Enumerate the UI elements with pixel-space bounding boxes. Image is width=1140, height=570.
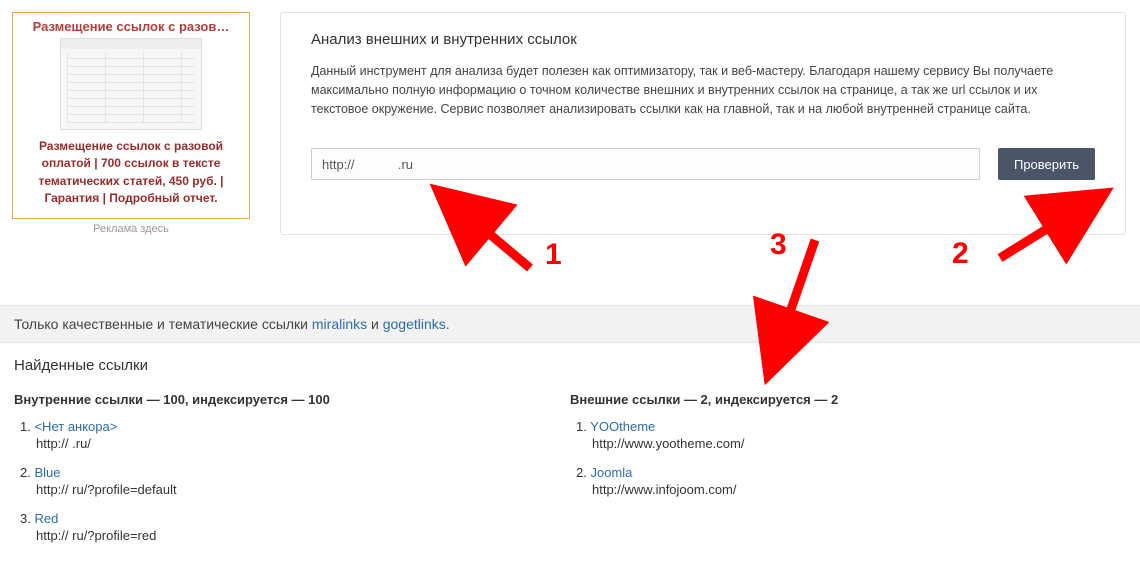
panel-heading: Анализ внешних и внутренних ссылок xyxy=(311,31,1095,48)
ad-title: Размещение ссылок с разов… xyxy=(19,19,243,34)
results-heading: Найденные ссылки xyxy=(14,357,1126,374)
internal-link[interactable]: Red xyxy=(34,511,58,526)
annotation-number-3: 3 xyxy=(770,228,787,262)
promo-banner: Только качественные и тематические ссылк… xyxy=(0,305,1140,343)
list-item: 1. YOOtheme http://www.yootheme.com/ xyxy=(576,419,1126,451)
internal-links-heading: Внутренние ссылки — 100, индексируется —… xyxy=(14,392,570,407)
url-input[interactable] xyxy=(311,148,980,180)
panel-description: Данный инструмент для анализа будет поле… xyxy=(311,62,1095,118)
banner-link-miralinks[interactable]: miralinks xyxy=(312,316,367,332)
check-button[interactable]: Проверить xyxy=(998,148,1095,180)
analysis-panel: Анализ внешних и внутренних ссылок Данны… xyxy=(280,12,1126,235)
link-url: http:// ru/?profile=red xyxy=(36,528,570,543)
link-url: http:// ru/?profile=default xyxy=(36,482,570,497)
link-url: http://www.infojoom.com/ xyxy=(592,482,1126,497)
ad-description: Размещение ссылок с разовой оплатой | 70… xyxy=(19,138,243,208)
banner-text: Только качественные и тематические ссылк… xyxy=(14,316,312,332)
external-link[interactable]: Joomla xyxy=(590,465,632,480)
results-section: Найденные ссылки Внутренние ссылки — 100… xyxy=(0,343,1140,557)
ad-box[interactable]: Размещение ссылок с разов… Размещение сс… xyxy=(12,12,250,219)
annotation-number-1: 1 xyxy=(545,238,562,272)
annotation-number-2: 2 xyxy=(952,237,969,271)
ad-thumbnail xyxy=(60,38,202,130)
link-url: http://www.yootheme.com/ xyxy=(592,436,1126,451)
list-item: 1. <Нет анкора> http:// .ru/ xyxy=(20,419,570,451)
list-item: 2. Blue http:// ru/?profile=default xyxy=(20,465,570,497)
ad-footer-link[interactable]: Реклама здесь xyxy=(12,223,250,235)
banner-link-gogetlinks[interactable]: gogetlinks xyxy=(383,316,446,332)
external-links-column: Внешние ссылки — 2, индексируется — 2 1.… xyxy=(570,392,1126,557)
internal-link[interactable]: Blue xyxy=(34,465,60,480)
external-link[interactable]: YOOtheme xyxy=(590,419,655,434)
internal-links-column: Внутренние ссылки — 100, индексируется —… xyxy=(14,392,570,557)
list-item: 3. Red http:// ru/?profile=red xyxy=(20,511,570,543)
list-item: 2. Joomla http://www.infojoom.com/ xyxy=(576,465,1126,497)
link-url: http:// .ru/ xyxy=(36,436,570,451)
external-links-heading: Внешние ссылки — 2, индексируется — 2 xyxy=(570,392,1126,407)
internal-link[interactable]: <Нет анкора> xyxy=(34,419,117,434)
